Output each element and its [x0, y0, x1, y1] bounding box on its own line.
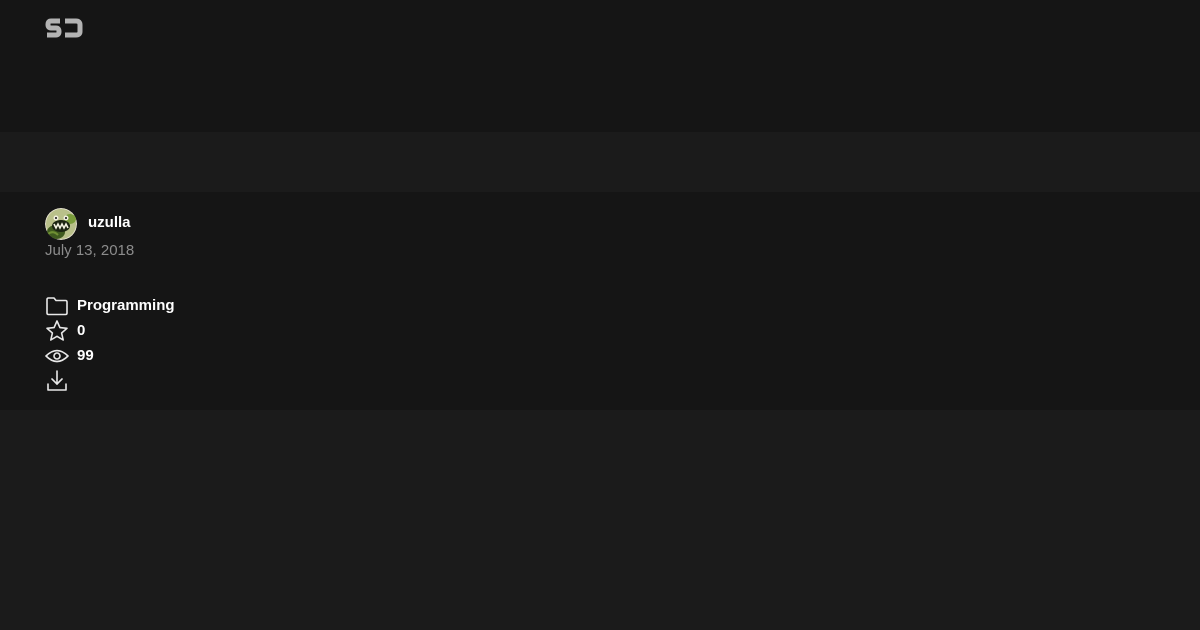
stars-count: 0 — [77, 322, 86, 339]
star-icon[interactable] — [45, 319, 69, 343]
page: uzulla July 13, 2018 Programming 0 99 — [0, 0, 1200, 630]
download-row[interactable] — [45, 368, 175, 393]
snippet-info-panel: uzulla July 13, 2018 Programming 0 99 — [0, 192, 1200, 410]
views-count: 99 — [77, 347, 94, 364]
author-name[interactable]: uzulla — [88, 214, 131, 231]
stars-row[interactable]: 0 — [45, 318, 175, 343]
download-icon[interactable] — [45, 369, 69, 393]
content-strip — [0, 132, 1200, 192]
category-label[interactable]: Programming — [77, 297, 175, 314]
author: uzulla — [45, 208, 131, 240]
views-row: 99 — [45, 343, 175, 368]
meta-list: Programming 0 99 — [45, 293, 175, 393]
category-row[interactable]: Programming — [45, 293, 175, 318]
post-date: July 13, 2018 — [45, 242, 135, 259]
top-bar — [0, 0, 1200, 132]
sj-logo-icon[interactable] — [45, 17, 83, 40]
eye-icon — [45, 344, 69, 368]
avatar[interactable] — [45, 208, 77, 240]
folder-icon — [45, 294, 69, 318]
